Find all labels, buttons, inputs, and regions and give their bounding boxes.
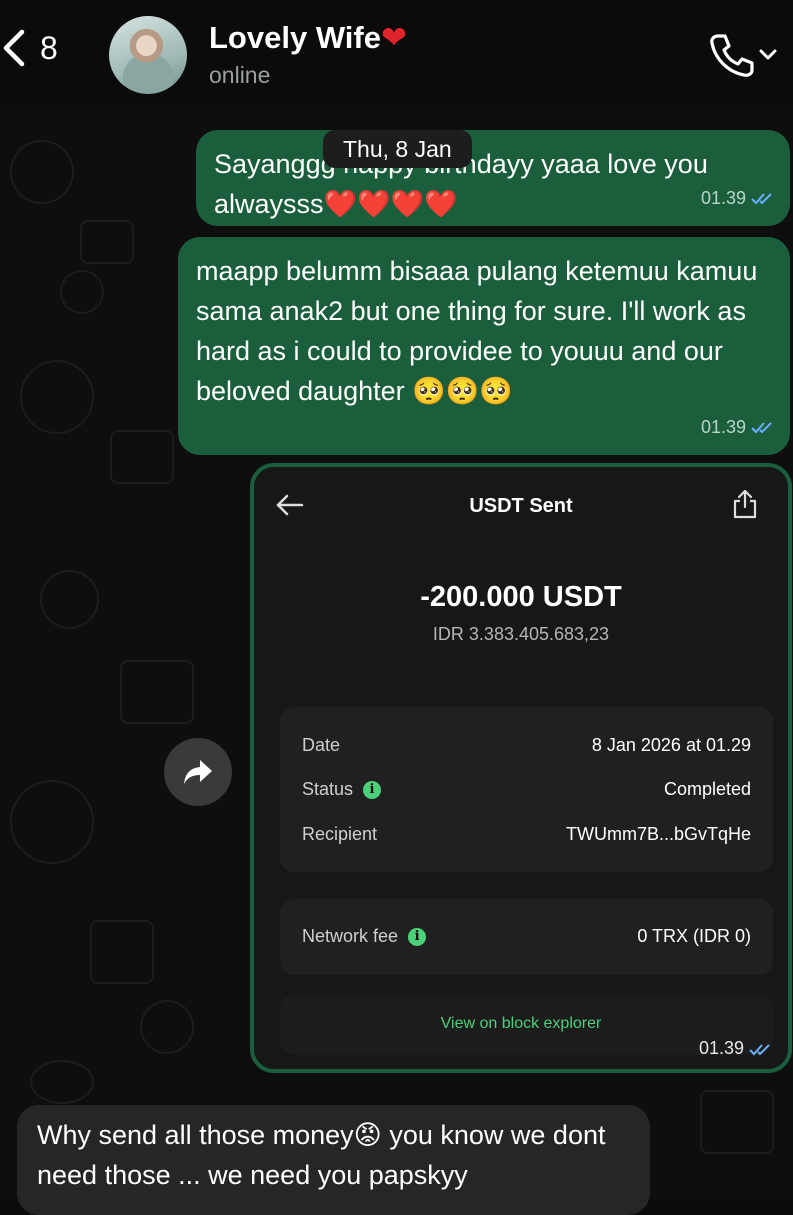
message-text: maapp belumm bisaaa pulang ketemuu kamuu… (196, 256, 758, 406)
transaction-title: USDT Sent (469, 495, 573, 517)
message-time: 01.39 (698, 1038, 744, 1058)
chevron-down-icon (759, 49, 777, 60)
image-message[interactable]: USDT Sent -200.000 USDT IDR 3.383.405.68… (250, 463, 792, 1073)
message-time: 01.39 (700, 188, 746, 208)
recipient-value: TWUmm7B...bGvTqHe (565, 824, 751, 844)
share-icon (733, 489, 757, 519)
transaction-screenshot: USDT Sent -200.000 USDT IDR 3.383.405.68… (254, 467, 788, 1069)
fee-card: Network fee i 0 TRX (IDR 0) (280, 899, 773, 975)
details-card: Date 8 Jan 2026 at 01.29 Status i Complet… (280, 707, 773, 872)
fee-value: 0 TRX (IDR 0) (637, 926, 751, 946)
block-explorer-link: View on block explorer (440, 1015, 602, 1032)
date-label: Date (302, 735, 341, 755)
heart-emoji: ❤️❤️❤️❤️ (323, 189, 459, 219)
avatar[interactable] (109, 16, 187, 94)
message-bubble-outgoing[interactable]: maapp belumm bisaaa pulang ketemuu kamuu… (178, 237, 790, 455)
date-separator: Thu, 8 Jan (323, 130, 472, 168)
transaction-amount: -200.000 USDT (420, 581, 622, 613)
back-chevron-icon (3, 29, 25, 67)
fee-row: Network fee i 0 TRX (IDR 0) (302, 926, 751, 947)
chat-header: 8 Lovely Wife❤ online (0, 0, 793, 104)
message-meta: 01.39 (701, 407, 776, 447)
contact-status: online (209, 62, 271, 88)
status-value: Completed (663, 779, 751, 799)
transaction-amount-idr: IDR 3.383.405.683,23 (432, 624, 610, 644)
heart-icon: ❤ (380, 20, 407, 55)
message-time: 01.39 (700, 417, 746, 437)
back-button[interactable]: 8 (0, 26, 58, 70)
call-button[interactable] (706, 30, 778, 80)
phone-icon (710, 34, 754, 77)
message-text: Sayanggg happy birthdayy yaaa love you a… (214, 149, 708, 219)
recipient-label: Recipient (302, 824, 378, 844)
forward-icon (184, 760, 212, 784)
status-label: Status i (302, 779, 382, 800)
message-text: Why send all those money😡 you know we do… (37, 1120, 606, 1190)
status-row: Status i Completed (302, 779, 751, 800)
recipient-row: Recipient TWUmm7B...bGvTqHe (302, 824, 751, 845)
fee-label: Network fee i (302, 926, 427, 947)
double-check-icon (749, 1043, 770, 1055)
info-icon: i (363, 780, 382, 799)
message-bubble-outgoing[interactable]: Sayanggg happy birthdayy yaaa love you a… (196, 130, 790, 226)
info-icon: i (408, 927, 427, 946)
contact-name[interactable]: Lovely Wife❤ (209, 20, 407, 56)
date-row: Date 8 Jan 2026 at 01.29 (302, 735, 751, 756)
double-check-icon (751, 193, 772, 205)
unread-count: 8 (40, 29, 58, 66)
date-value: 8 Jan 2026 at 01.29 (591, 735, 751, 755)
angry-face-emoji: 😡 (353, 1120, 382, 1150)
forward-button[interactable] (164, 738, 232, 806)
double-check-icon (751, 422, 772, 434)
message-meta: 01.39 (701, 178, 776, 218)
message-meta: 01.39 (699, 1038, 774, 1059)
pleading-face-emoji: 🥺🥺🥺 (412, 376, 514, 406)
message-bubble-incoming[interactable]: Why send all those money😡 you know we do… (17, 1105, 650, 1215)
